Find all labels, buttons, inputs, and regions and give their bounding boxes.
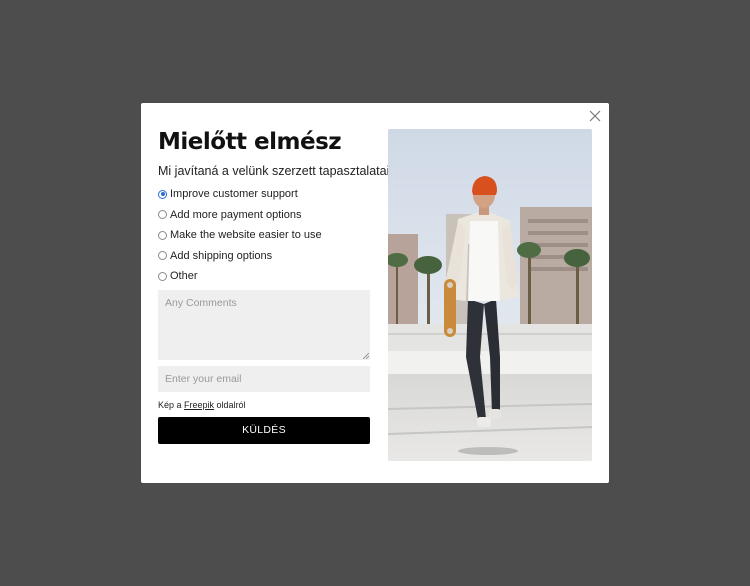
option-shipping-options[interactable]: Add shipping options (158, 246, 370, 267)
credit-prefix: Kép a (158, 399, 185, 410)
option-label: Improve customer support (170, 188, 298, 201)
radio-button[interactable] (158, 271, 167, 281)
close-icon[interactable] (588, 109, 602, 123)
modal-title: Mielőtt elmész (158, 129, 342, 155)
freepik-link[interactable]: Freepik (184, 400, 214, 410)
radio-button[interactable] (158, 189, 167, 199)
option-payment-options[interactable]: Add more payment options (158, 205, 370, 226)
survey-form: Mielőtt elmész Mi javítaná a velünk szer… (158, 123, 400, 444)
submit-button[interactable]: KÜLDÉS (158, 416, 370, 444)
options-list: Improve customer support Add more paymen… (158, 184, 370, 287)
skater-photo (388, 129, 592, 461)
comments-textarea[interactable]: Any Comments (158, 289, 370, 360)
option-label: Add shipping options (170, 249, 273, 262)
option-other[interactable]: Other (158, 266, 370, 287)
survey-question: Mi javítaná a velünk szerzett tapasztala… (158, 164, 400, 178)
radio-button[interactable] (158, 251, 167, 261)
email-placeholder: Enter your email (165, 372, 242, 385)
credit-suffix: oldalról (214, 399, 246, 410)
resize-grip-icon[interactable] (363, 352, 369, 359)
option-label: Make the website easier to use (170, 229, 322, 242)
option-improve-support[interactable]: Improve customer support (158, 184, 370, 205)
option-easier-website[interactable]: Make the website easier to use (158, 225, 370, 246)
comments-placeholder: Any Comments (165, 296, 237, 309)
option-label: Other (170, 270, 198, 283)
option-label: Add more payment options (170, 208, 302, 221)
image-credit: Kép a Freepik oldalról (158, 400, 370, 410)
radio-button[interactable] (158, 230, 167, 240)
radio-button[interactable] (158, 210, 167, 220)
survey-modal: Mielőtt elmész Mi javítaná a velünk szer… (141, 103, 609, 483)
email-field[interactable]: Enter your email (158, 365, 370, 392)
